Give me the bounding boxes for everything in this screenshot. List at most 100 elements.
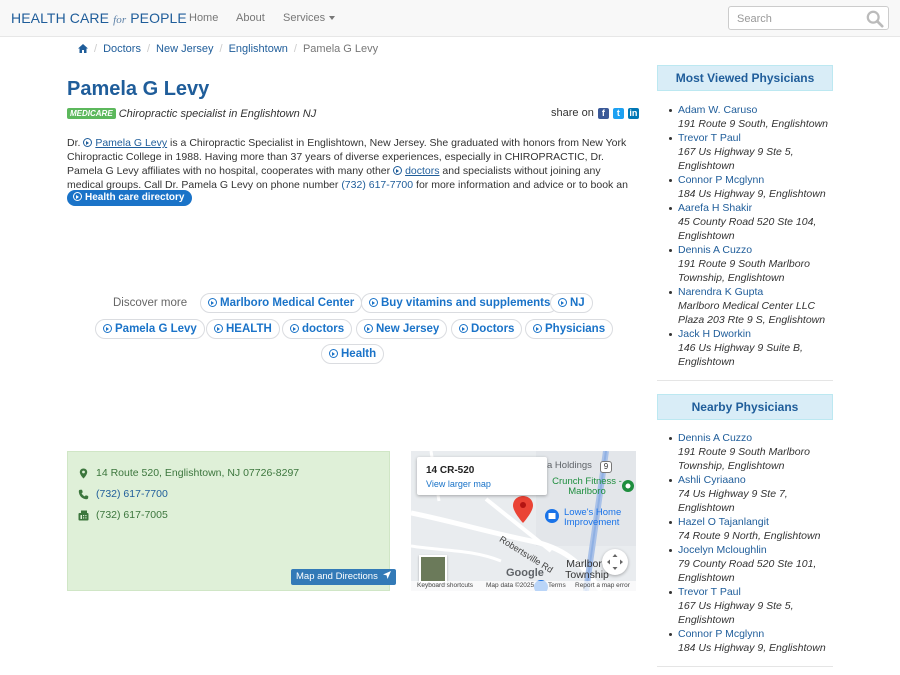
brand-logo[interactable]: HEALTH CARE for PEOPLE <box>11 10 187 26</box>
physician-link[interactable]: Dennis A Cuzzo <box>678 243 838 257</box>
discover-chip-label: HEALTH <box>226 323 272 335</box>
report-map-error-link[interactable]: Report a map error <box>575 582 630 589</box>
list-item: Hazel O Tajanlangit 74 Route 9 North, Eng… <box>669 515 838 543</box>
fullscreen-button[interactable] <box>602 549 628 575</box>
nearby-heading: Nearby Physicians <box>657 394 833 420</box>
share-bar: share on f t in <box>551 107 639 119</box>
view-larger-map-link[interactable]: View larger map <box>426 479 491 489</box>
nav-home[interactable]: Home <box>189 12 218 24</box>
physician-address: Marlboro Medical Center LLC Plaza 203 Rt… <box>678 300 826 326</box>
breadcrumb-city[interactable]: Englishtown <box>229 43 288 55</box>
discover-more-label: Discover more <box>113 297 188 309</box>
discover-chip-label: Health <box>341 348 377 360</box>
contact-phone: (732) 617-7700 <box>78 488 168 500</box>
breadcrumb-current: Pamela G Levy <box>302 43 379 55</box>
map-card-title: 14 CR-520 <box>426 465 475 476</box>
list-item: Trevor T Paul 167 Us Highway 9 Ste 5, Eng… <box>669 131 838 173</box>
list-item: Dennis A Cuzzo 191 Route 9 South Marlboro… <box>669 431 838 473</box>
discover-chip[interactable]: Buy vitamins and supplements <box>361 293 559 313</box>
google-logo: Google <box>506 567 544 579</box>
discover-chip[interactable]: doctors <box>282 319 353 339</box>
breadcrumb: / Doctors / New Jersey / Englishtown / Pamela G… <box>78 43 378 55</box>
contact-fax-text: (732) 617-7005 <box>96 509 168 521</box>
physician-link[interactable]: Dennis A Cuzzo <box>678 431 838 445</box>
most-viewed-heading: Most Viewed Physicians <box>657 65 833 91</box>
discover-chip[interactable]: Marlboro Medical Center <box>200 293 363 313</box>
list-item: Connor P Mcglynn 184 Us Highway 9, Englis… <box>669 173 838 201</box>
map-label: Crunch Fitness - Marlboro <box>552 476 622 497</box>
physician-link[interactable]: Ashli Cyriaano <box>678 473 838 487</box>
health-care-directory-button[interactable]: Health care directory <box>67 190 192 206</box>
share-label: share on <box>551 107 594 119</box>
discover-chip[interactable]: NJ <box>550 293 593 313</box>
embedded-map[interactable]: 14 CR-520 View larger map a Holdings 9 C… <box>411 451 636 591</box>
contact-fax: (732) 617-7005 <box>78 509 168 521</box>
breadcrumb-state[interactable]: New Jersey <box>156 43 213 55</box>
list-item: Dennis A Cuzzo 191 Route 9 South Marlboro… <box>669 243 838 285</box>
search-icon[interactable] <box>866 10 884 28</box>
discover-chip-label: New Jersey <box>376 323 440 335</box>
fax-icon <box>78 510 89 520</box>
terms-link[interactable]: Terms <box>548 582 566 589</box>
play-circle-icon <box>83 138 93 147</box>
bio-name-link[interactable]: Pamela G Levy <box>83 137 167 149</box>
play-circle-icon <box>459 324 468 333</box>
breadcrumb-home[interactable] <box>78 43 88 55</box>
physician-link[interactable]: Adam W. Caruso <box>678 103 838 117</box>
brand-health: HEALTH CARE <box>11 10 110 26</box>
map-info-card: 14 CR-520 View larger map <box>417 457 547 495</box>
physician-link[interactable]: Hazel O Tajanlangit <box>678 515 838 529</box>
play-circle-icon <box>369 298 378 307</box>
map-marker-icon <box>79 468 88 478</box>
play-circle-icon <box>214 324 223 333</box>
nav-about[interactable]: About <box>236 12 265 24</box>
most-viewed-list: Adam W. Caruso 191 Route 9 South, English… <box>669 103 838 369</box>
discover-chip[interactable]: New Jersey <box>356 319 448 339</box>
nav-services[interactable]: Services <box>283 12 336 24</box>
bio-doctors-link[interactable]: doctors <box>393 165 440 177</box>
discover-chip[interactable]: Pamela G Levy <box>95 319 205 339</box>
play-circle-icon <box>393 166 403 175</box>
breadcrumb-doctors[interactable]: Doctors <box>103 43 141 55</box>
map-data-text: Map data ©2025 <box>486 582 535 589</box>
discover-chip[interactable]: Health <box>321 344 385 364</box>
twitter-icon[interactable]: t <box>612 107 624 119</box>
list-item: Trevor T Paul 167 Us Highway 9 Ste 5, Eng… <box>669 585 838 627</box>
nav-services-label: Services <box>283 12 326 24</box>
discover-chip[interactable]: Physicians <box>525 319 614 339</box>
brand-for: for <box>113 14 127 26</box>
physician-link[interactable]: Jack H Dworkin <box>678 327 838 341</box>
keyboard-shortcuts-link[interactable]: Keyboard shortcuts <box>417 582 473 589</box>
list-item: Jack H Dworkin 146 Us Highway 9 Suite B, … <box>669 327 838 369</box>
map-label: a Holdings <box>547 460 592 471</box>
physician-link[interactable]: Connor P Mcglynn <box>678 173 838 187</box>
contact-phone-link[interactable]: (732) 617-7700 <box>96 488 168 500</box>
play-circle-icon <box>533 324 542 333</box>
list-item: Connor P Mcglynn 184 Us Highway 9, Englis… <box>669 627 838 655</box>
discover-chip[interactable]: HEALTH <box>206 319 280 339</box>
physician-link[interactable]: Trevor T Paul <box>678 585 838 599</box>
physician-link[interactable]: Aarefa H Shakir <box>678 201 838 215</box>
move-arrows-icon <box>607 554 623 570</box>
physician-address: 184 Us Highway 9, Englishtown <box>678 188 826 200</box>
brand-people: PEOPLE <box>130 10 187 26</box>
discover-chip-label: Marlboro Medical Center <box>220 297 355 309</box>
page-title: Pamela G Levy <box>67 78 210 100</box>
map-directions-button[interactable]: Map and Directions <box>291 569 396 585</box>
breadcrumb-separator: / <box>293 43 297 55</box>
physician-address: 45 County Road 520 Ste 104, Englishtown <box>678 216 817 242</box>
physician-link[interactable]: Connor P Mcglynn <box>678 627 838 641</box>
search-input[interactable] <box>737 11 857 26</box>
map-satellite-thumbnail[interactable] <box>419 555 447 583</box>
discover-chip-label: Physicians <box>545 323 606 335</box>
physician-link[interactable]: Trevor T Paul <box>678 131 838 145</box>
discover-chip[interactable]: Doctors <box>451 319 523 339</box>
linkedin-icon[interactable]: in <box>627 107 639 119</box>
physician-link[interactable]: Narendra K Gupta <box>678 285 838 299</box>
physician-address: 184 Us Highway 9, Englishtown <box>678 642 826 654</box>
specialty-text: Chiropractic specialist in Englishtown N… <box>118 108 317 120</box>
facebook-icon[interactable]: f <box>597 107 609 119</box>
bio-phone-link[interactable]: (732) 617-7700 <box>341 179 413 191</box>
physician-link[interactable]: Jocelyn Mcloughlin <box>678 543 838 557</box>
profile-subtitle: MEDICARE Chiropractic specialist in Engl… <box>67 108 316 120</box>
